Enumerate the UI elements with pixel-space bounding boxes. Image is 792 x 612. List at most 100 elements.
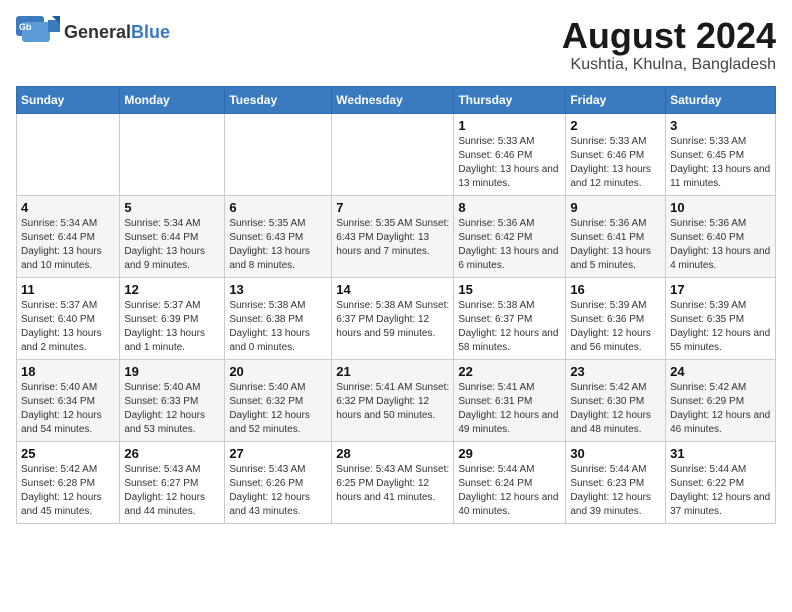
svg-text:Gb: Gb xyxy=(19,22,32,32)
cell-info-text: Sunrise: 5:34 AM Sunset: 6:44 PM Dayligh… xyxy=(21,217,115,273)
cell-info-text: Sunrise: 5:38 AM Sunset: 6:37 PM Dayligh… xyxy=(336,299,449,341)
cell-date-number: 15 xyxy=(458,282,561,297)
cell-info-text: Sunrise: 5:36 AM Sunset: 6:41 PM Dayligh… xyxy=(570,217,661,273)
calendar-cell: 7 Sunrise: 5:35 AM Sunset: 6:43 PM Daylig… xyxy=(332,195,454,277)
cell-info-text: Sunrise: 5:41 AM Sunset: 6:32 PM Dayligh… xyxy=(336,381,449,423)
day-header-thursday: Thursday xyxy=(454,86,566,113)
calendar-week-5: 25 Sunrise: 5:42 AM Sunset: 6:28 PM Dayli… xyxy=(17,441,776,523)
cell-date-number: 23 xyxy=(570,364,661,379)
calendar-week-2: 4 Sunrise: 5:34 AM Sunset: 6:44 PM Daylig… xyxy=(17,195,776,277)
calendar-cell: 12 Sunrise: 5:37 AM Sunset: 6:39 PM Dayli… xyxy=(120,277,225,359)
cell-date-number: 20 xyxy=(229,364,327,379)
cell-date-number: 25 xyxy=(21,446,115,461)
cell-info-text: Sunrise: 5:38 AM Sunset: 6:37 PM Dayligh… xyxy=(458,299,561,355)
cell-date-number: 19 xyxy=(124,364,220,379)
calendar-cell: 11Sunrise: 5:37 AM Sunset: 6:40 PM Dayli… xyxy=(17,277,120,359)
cell-date-number: 26 xyxy=(124,446,220,461)
calendar-week-4: 18Sunrise: 5:40 AM Sunset: 6:34 PM Dayli… xyxy=(17,359,776,441)
cell-date-number: 17 xyxy=(670,282,771,297)
logo-icon: Gb xyxy=(16,16,60,48)
cell-date-number: 10 xyxy=(670,200,771,215)
calendar-cell: 25 Sunrise: 5:42 AM Sunset: 6:28 PM Dayli… xyxy=(17,441,120,523)
cell-info-text: Sunrise: 5:41 AM Sunset: 6:31 PM Dayligh… xyxy=(458,381,561,437)
calendar-cell: 3 Sunrise: 5:33 AM Sunset: 6:45 PM Daylig… xyxy=(666,113,776,195)
cell-date-number: 24 xyxy=(670,364,771,379)
cell-info-text: Sunrise: 5:37 AM Sunset: 6:39 PM Dayligh… xyxy=(124,299,220,355)
cell-info-text: Sunrise: 5:33 AM Sunset: 6:45 PM Dayligh… xyxy=(670,135,771,191)
cell-date-number: 29 xyxy=(458,446,561,461)
cell-date-number: 18 xyxy=(21,364,115,379)
calendar-cell: 23 Sunrise: 5:42 AM Sunset: 6:30 PM Dayli… xyxy=(566,359,666,441)
day-header-saturday: Saturday xyxy=(666,86,776,113)
cell-date-number: 28 xyxy=(336,446,449,461)
page-header: Gb GeneralBlue August 2024 Kushtia, Khul… xyxy=(16,16,776,74)
cell-date-number: 7 xyxy=(336,200,449,215)
calendar-cell: 26Sunrise: 5:43 AM Sunset: 6:27 PM Dayli… xyxy=(120,441,225,523)
cell-date-number: 13 xyxy=(229,282,327,297)
calendar-cell: 17Sunrise: 5:39 AM Sunset: 6:35 PM Dayli… xyxy=(666,277,776,359)
logo: Gb GeneralBlue xyxy=(16,16,170,48)
calendar-cell: 28 Sunrise: 5:43 AM Sunset: 6:25 PM Dayli… xyxy=(332,441,454,523)
cell-date-number: 1 xyxy=(458,118,561,133)
calendar-cell: 6 Sunrise: 5:35 AM Sunset: 6:43 PM Daylig… xyxy=(225,195,332,277)
title-area: August 2024 Kushtia, Khulna, Bangladesh xyxy=(562,16,776,74)
calendar-cell: 27 Sunrise: 5:43 AM Sunset: 6:26 PM Dayli… xyxy=(225,441,332,523)
cell-info-text: Sunrise: 5:42 AM Sunset: 6:30 PM Dayligh… xyxy=(570,381,661,437)
cell-date-number: 22 xyxy=(458,364,561,379)
day-header-friday: Friday xyxy=(566,86,666,113)
cell-info-text: Sunrise: 5:43 AM Sunset: 6:26 PM Dayligh… xyxy=(229,463,327,519)
calendar-cell: 22 Sunrise: 5:41 AM Sunset: 6:31 PM Dayli… xyxy=(454,359,566,441)
cell-date-number: 9 xyxy=(570,200,661,215)
cell-info-text: Sunrise: 5:38 AM Sunset: 6:38 PM Dayligh… xyxy=(229,299,327,355)
day-header-tuesday: Tuesday xyxy=(225,86,332,113)
calendar-cell: 29Sunrise: 5:44 AM Sunset: 6:24 PM Dayli… xyxy=(454,441,566,523)
cell-info-text: Sunrise: 5:34 AM Sunset: 6:44 PM Dayligh… xyxy=(124,217,220,273)
calendar-cell xyxy=(332,113,454,195)
main-title: August 2024 xyxy=(562,16,776,56)
cell-info-text: Sunrise: 5:39 AM Sunset: 6:36 PM Dayligh… xyxy=(570,299,661,355)
calendar-cell xyxy=(225,113,332,195)
calendar-body: 1 Sunrise: 5:33 AM Sunset: 6:46 PM Daylig… xyxy=(17,113,776,523)
cell-info-text: Sunrise: 5:36 AM Sunset: 6:40 PM Dayligh… xyxy=(670,217,771,273)
cell-date-number: 30 xyxy=(570,446,661,461)
cell-info-text: Sunrise: 5:40 AM Sunset: 6:32 PM Dayligh… xyxy=(229,381,327,437)
calendar-cell: 24 Sunrise: 5:42 AM Sunset: 6:29 PM Dayli… xyxy=(666,359,776,441)
cell-info-text: Sunrise: 5:44 AM Sunset: 6:23 PM Dayligh… xyxy=(570,463,661,519)
calendar-cell: 19Sunrise: 5:40 AM Sunset: 6:33 PM Dayli… xyxy=(120,359,225,441)
calendar-cell: 20 Sunrise: 5:40 AM Sunset: 6:32 PM Dayli… xyxy=(225,359,332,441)
calendar-table: SundayMondayTuesdayWednesdayThursdayFrid… xyxy=(16,86,776,524)
calendar-cell: 31Sunrise: 5:44 AM Sunset: 6:22 PM Dayli… xyxy=(666,441,776,523)
calendar-week-3: 11Sunrise: 5:37 AM Sunset: 6:40 PM Dayli… xyxy=(17,277,776,359)
day-header-wednesday: Wednesday xyxy=(332,86,454,113)
cell-info-text: Sunrise: 5:42 AM Sunset: 6:29 PM Dayligh… xyxy=(670,381,771,437)
cell-date-number: 4 xyxy=(21,200,115,215)
calendar-cell: 15 Sunrise: 5:38 AM Sunset: 6:37 PM Dayli… xyxy=(454,277,566,359)
calendar-cell: 18Sunrise: 5:40 AM Sunset: 6:34 PM Dayli… xyxy=(17,359,120,441)
calendar-cell: 21Sunrise: 5:41 AM Sunset: 6:32 PM Dayli… xyxy=(332,359,454,441)
cell-date-number: 6 xyxy=(229,200,327,215)
cell-date-number: 5 xyxy=(124,200,220,215)
calendar-cell: 1Sunrise: 5:33 AM Sunset: 6:46 PM Daylig… xyxy=(454,113,566,195)
cell-info-text: Sunrise: 5:35 AM Sunset: 6:43 PM Dayligh… xyxy=(336,217,449,259)
calendar-cell: 8 Sunrise: 5:36 AM Sunset: 6:42 PM Daylig… xyxy=(454,195,566,277)
cell-date-number: 27 xyxy=(229,446,327,461)
cell-date-number: 11 xyxy=(21,282,115,297)
cell-info-text: Sunrise: 5:35 AM Sunset: 6:43 PM Dayligh… xyxy=(229,217,327,273)
header-row: SundayMondayTuesdayWednesdayThursdayFrid… xyxy=(17,86,776,113)
cell-info-text: Sunrise: 5:33 AM Sunset: 6:46 PM Dayligh… xyxy=(570,135,661,191)
cell-date-number: 12 xyxy=(124,282,220,297)
cell-date-number: 16 xyxy=(570,282,661,297)
cell-info-text: Sunrise: 5:42 AM Sunset: 6:28 PM Dayligh… xyxy=(21,463,115,519)
day-header-monday: Monday xyxy=(120,86,225,113)
cell-info-text: Sunrise: 5:36 AM Sunset: 6:42 PM Dayligh… xyxy=(458,217,561,273)
calendar-cell xyxy=(120,113,225,195)
calendar-cell: 5 Sunrise: 5:34 AM Sunset: 6:44 PM Daylig… xyxy=(120,195,225,277)
cell-info-text: Sunrise: 5:44 AM Sunset: 6:22 PM Dayligh… xyxy=(670,463,771,519)
calendar-cell: 14Sunrise: 5:38 AM Sunset: 6:37 PM Dayli… xyxy=(332,277,454,359)
cell-date-number: 3 xyxy=(670,118,771,133)
cell-date-number: 8 xyxy=(458,200,561,215)
calendar-cell: 16 Sunrise: 5:39 AM Sunset: 6:36 PM Dayli… xyxy=(566,277,666,359)
cell-info-text: Sunrise: 5:43 AM Sunset: 6:25 PM Dayligh… xyxy=(336,463,449,505)
subtitle: Kushtia, Khulna, Bangladesh xyxy=(562,56,776,74)
calendar-cell: 13 Sunrise: 5:38 AM Sunset: 6:38 PM Dayli… xyxy=(225,277,332,359)
